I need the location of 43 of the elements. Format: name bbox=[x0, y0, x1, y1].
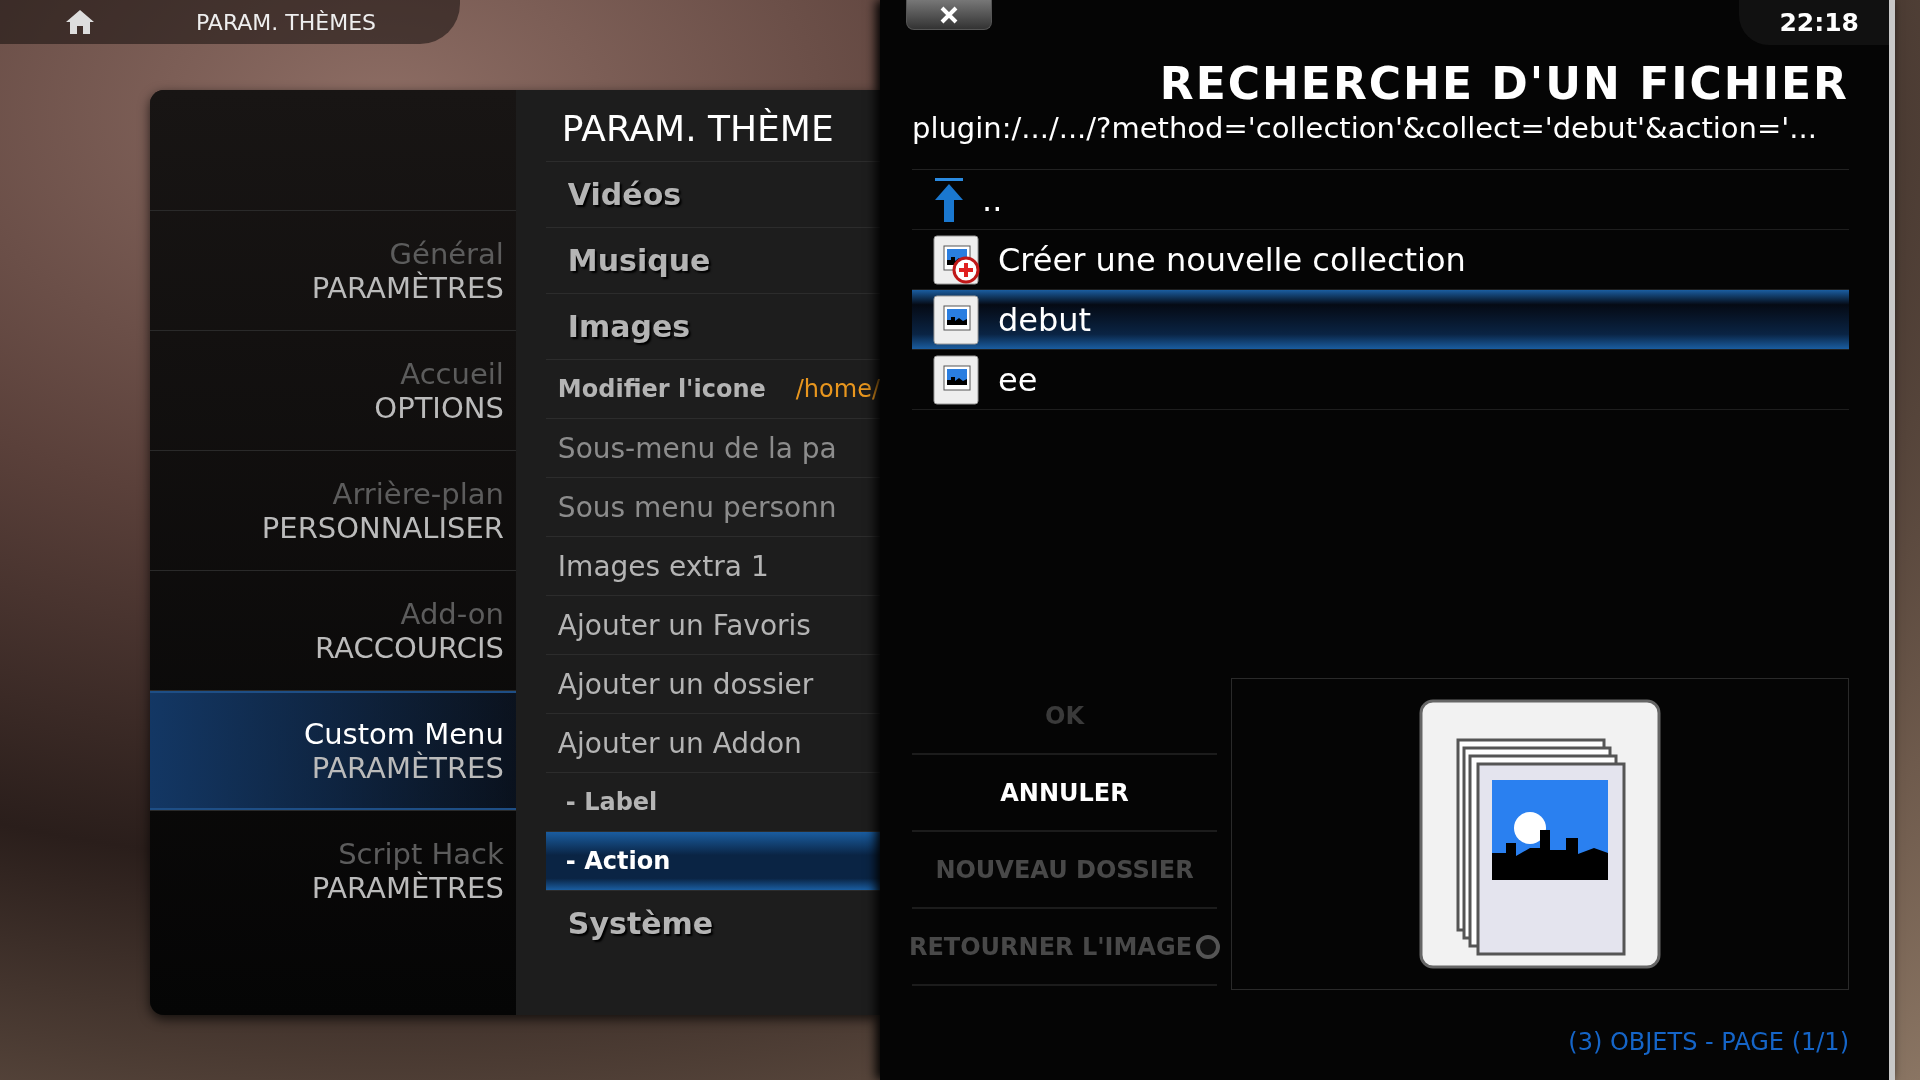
category-item[interactable]: Custom Menu PARAMÈTRES bbox=[150, 690, 516, 810]
file-name: .. bbox=[982, 180, 1003, 219]
up-arrow-icon bbox=[932, 177, 966, 222]
category-sublabel: PERSONNALISER bbox=[261, 510, 504, 545]
category-label: Général bbox=[389, 236, 504, 271]
image-stack-icon bbox=[1418, 698, 1662, 970]
setting-label[interactable]: Modifier l'icone bbox=[557, 375, 766, 403]
category-sublabel: RACCOURCIS bbox=[315, 630, 504, 665]
category-label: Script Hack bbox=[338, 836, 504, 871]
image-file-icon bbox=[932, 293, 982, 346]
breadcrumb-title: PARAM. THÈMES bbox=[196, 9, 377, 35]
file-name: ee bbox=[998, 360, 1038, 399]
category-label: Arrière-plan bbox=[332, 476, 504, 511]
panel-title: PARAM. THÈME bbox=[560, 108, 835, 151]
new-collection-icon bbox=[932, 233, 982, 286]
category-sublabel: OPTIONS bbox=[374, 390, 504, 425]
close-icon bbox=[939, 5, 959, 24]
dialog-button[interactable]: ANNULER bbox=[912, 755, 1217, 832]
file-name: debut bbox=[998, 300, 1092, 339]
menu-item[interactable]: - Action bbox=[545, 831, 880, 890]
category-label: Accueil bbox=[400, 356, 504, 391]
dialog-title: RECHERCHE D'UN FICHIER bbox=[1159, 58, 1849, 109]
file-name: Créer une nouvelle collection bbox=[998, 240, 1466, 279]
current-path: plugin:/.../.../?method='collection'&collect='debut'&action='... bbox=[912, 111, 1818, 145]
file-row[interactable]: ee bbox=[912, 350, 1849, 410]
setting-value: /home/ bbox=[795, 375, 880, 403]
category-sublabel: PARAMÈTRES bbox=[311, 750, 504, 785]
file-row[interactable]: .. bbox=[912, 170, 1849, 230]
category-label: Add-on bbox=[400, 596, 504, 631]
category-sublabel: PARAMÈTRES bbox=[311, 870, 504, 905]
category-item[interactable]: Script Hack PARAMÈTRES bbox=[150, 810, 516, 930]
category-label: Custom Menu bbox=[303, 716, 504, 751]
image-file-icon bbox=[932, 353, 982, 406]
category-item[interactable]: Arrière-plan PERSONNALISER bbox=[150, 450, 516, 570]
file-row[interactable]: debut bbox=[912, 290, 1849, 350]
clock: 22:18 bbox=[1739, 0, 1889, 45]
category-item[interactable]: Add-on RACCOURCIS bbox=[150, 570, 516, 690]
category-item[interactable]: Accueil OPTIONS bbox=[150, 330, 516, 450]
category-sublabel: PARAMÈTRES bbox=[311, 270, 504, 305]
close-button[interactable] bbox=[906, 0, 992, 30]
category-item[interactable]: Général PARAMÈTRES bbox=[150, 210, 516, 330]
item-count: (3) OBJETS - PAGE (1/1) bbox=[1568, 1028, 1849, 1056]
home-icon[interactable] bbox=[64, 8, 96, 36]
